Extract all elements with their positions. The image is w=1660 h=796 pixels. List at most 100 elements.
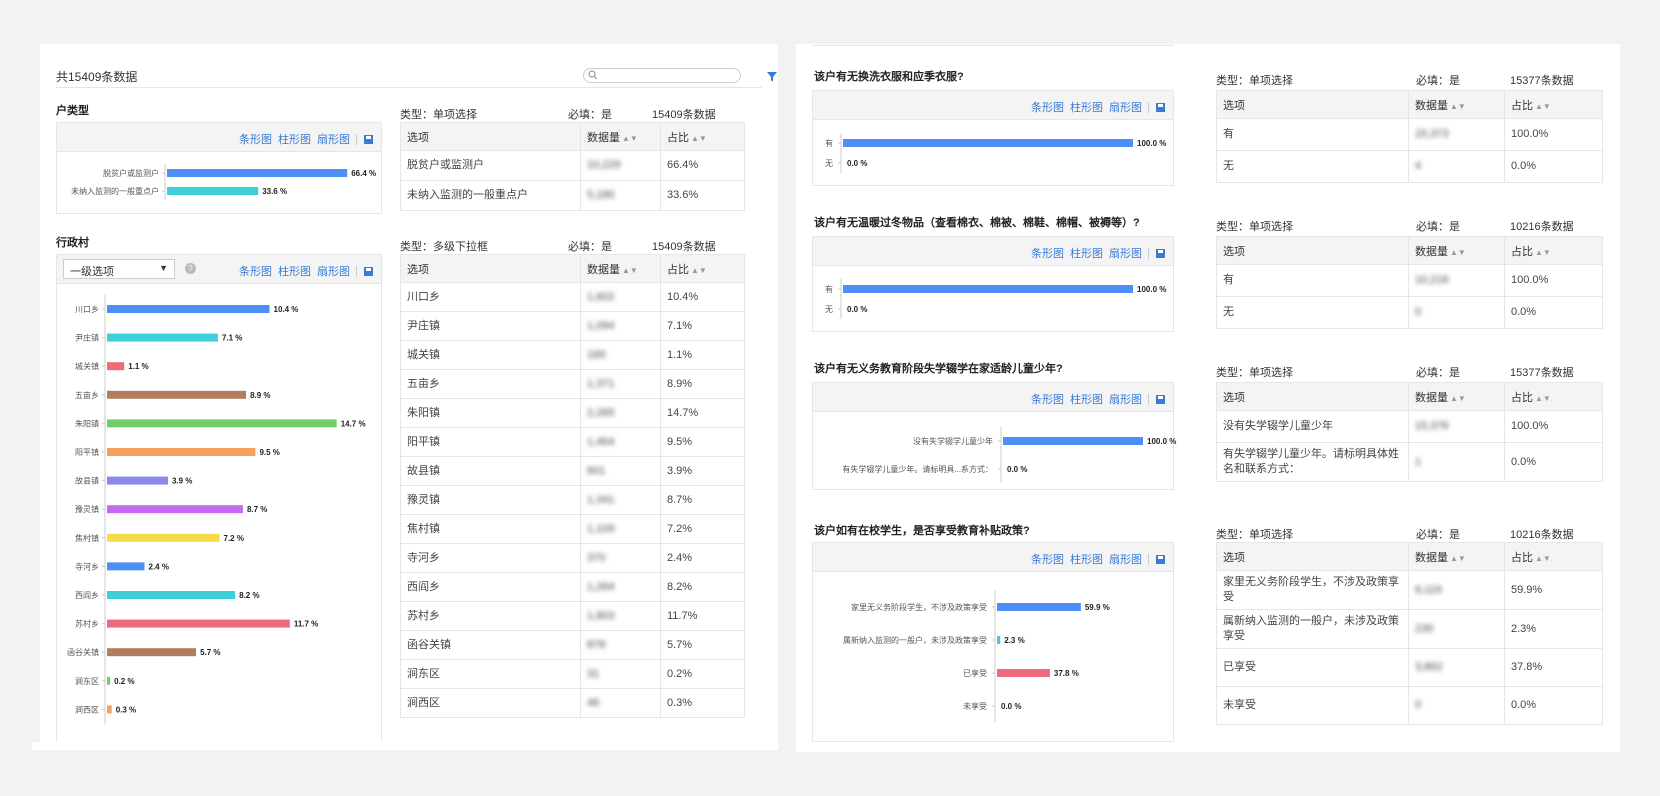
value-label: 8.2 % — [239, 591, 259, 600]
pie-link[interactable]: 扇形图 — [1109, 245, 1142, 261]
bar — [107, 362, 125, 371]
col-header-count[interactable]: 数据量 ▲▼ — [1408, 90, 1505, 119]
cell-option: 有 — [1216, 118, 1409, 151]
save-icon[interactable] — [1156, 102, 1165, 112]
bar-v-link[interactable]: 柱形图 — [1070, 245, 1103, 261]
meta-required: 必填：是 — [568, 241, 612, 253]
value-label: 33.6 % — [262, 187, 287, 196]
save-icon[interactable] — [364, 134, 373, 144]
bar-h-link[interactable]: 条形图 — [1031, 391, 1064, 407]
table-row: 无 4 0.0% — [1216, 150, 1603, 183]
table-village: 选项 数据量 ▲▼ 占比 ▲▼ 川口乡 1,602 10.4% 尹庄镇 1,094 7.1% 城… — [400, 254, 745, 718]
cell-option: 朱阳镇 — [400, 398, 581, 428]
category-label: 家里无义务阶段学生，不涉及政策享受 — [851, 602, 987, 612]
bar-v-link[interactable]: 柱形图 — [1070, 99, 1103, 115]
bar — [107, 591, 236, 599]
col-header-ratio[interactable]: 占比 ▲▼ — [660, 122, 745, 151]
meta-required: 必填：是 — [1416, 221, 1460, 233]
meta-type: 类型：单项选择 — [1216, 221, 1293, 233]
bar-h-link[interactable]: 条形图 — [1031, 551, 1064, 567]
col-header-ratio[interactable]: 占比 ▲▼ — [1504, 90, 1603, 119]
value-label: 100.0 % — [1137, 139, 1166, 148]
pie-link[interactable]: 扇形图 — [1109, 99, 1142, 115]
bar-h-link[interactable]: 条形图 — [1031, 99, 1064, 115]
meta-type: 类型：单项选择 — [1216, 367, 1293, 379]
col-header-count[interactable]: 数据量 ▲▼ — [1408, 542, 1505, 571]
cell-ratio: 100.0% — [1504, 264, 1603, 297]
table-row: 有失学辍学儿童少年。请标明具体姓名和联系方式： 1 0.0% — [1216, 442, 1603, 482]
cell-option: 寺河乡 — [400, 543, 581, 573]
meta-count: 10216条数据 — [1510, 529, 1574, 541]
bar-h-link[interactable]: 条形图 — [239, 131, 272, 147]
pie-link[interactable]: 扇形图 — [317, 131, 350, 147]
cell-ratio: 0.2% — [660, 659, 745, 689]
bar-v-link[interactable]: 柱形图 — [278, 131, 311, 147]
bar-v-link[interactable]: 柱形图 — [1070, 551, 1103, 567]
bar — [107, 676, 111, 685]
cell-option: 阳平镇 — [400, 427, 581, 457]
pie-link[interactable]: 扇形图 — [1109, 391, 1142, 407]
col-header-ratio[interactable]: 占比 ▲▼ — [1504, 382, 1603, 411]
cell-option: 涧东区 — [400, 659, 581, 689]
value-label: 2.4 % — [149, 562, 169, 571]
chart-toolbar: 条形图 柱形图 扇形图 — [813, 237, 1173, 266]
meta-count: 10216条数据 — [1510, 221, 1574, 233]
cell-count: 15,376 — [1408, 410, 1505, 443]
cell-ratio: 33.6% — [660, 180, 745, 211]
table-row: 寺河乡 370 2.4% — [400, 543, 745, 573]
col-header-count[interactable]: 数据量 ▲▼ — [580, 122, 661, 151]
help-icon[interactable]: ? — [185, 263, 196, 274]
col-header-option: 选项 — [400, 122, 581, 151]
section-title-village: 行政村 — [56, 237, 89, 249]
table-row: 故县镇 601 3.9% — [400, 456, 745, 486]
cell-option: 涧西区 — [400, 688, 581, 718]
cell-option: 尹庄镇 — [400, 311, 581, 341]
pie-link[interactable]: 扇形图 — [1109, 551, 1142, 567]
category-label: 脱贫户或监测户 — [103, 168, 159, 178]
col-header-ratio[interactable]: 占比 ▲▼ — [1504, 236, 1603, 265]
value-label: 3.9 % — [172, 477, 192, 486]
cell-count: 1,602 — [580, 282, 661, 312]
cell-option: 五亩乡 — [400, 369, 581, 399]
category-label: 未享受 — [963, 701, 987, 711]
col-header-count[interactable]: 数据量 ▲▼ — [580, 254, 661, 283]
pie-link[interactable]: 扇形图 — [317, 263, 350, 279]
bar-v-link[interactable]: 柱形图 — [278, 263, 311, 279]
chart-box-clothes: 条形图 柱形图 扇形图 有 100.0 % 无 0.0 % — [812, 90, 1174, 186]
meta-required: 必填：是 — [1416, 367, 1460, 379]
cell-option: 未享受 — [1216, 686, 1409, 725]
bar-v-link[interactable]: 柱形图 — [1070, 391, 1103, 407]
bar-h-link[interactable]: 条形图 — [239, 263, 272, 279]
save-icon[interactable] — [1156, 554, 1165, 564]
bottom-scrollbar[interactable] — [32, 742, 778, 750]
col-header-count[interactable]: 数据量 ▲▼ — [1408, 236, 1505, 265]
value-label: 14.7 % — [341, 419, 366, 428]
level-select[interactable]: 一级选项 ▼ — [63, 259, 175, 279]
save-icon[interactable] — [1156, 394, 1165, 404]
col-header-ratio[interactable]: 占比 ▲▼ — [660, 254, 745, 283]
col-header-ratio[interactable]: 占比 ▲▼ — [1504, 542, 1603, 571]
chart-subsidy: 家里无义务阶段学生，不涉及政策享受 59.9 % 属新纳入监测的一般户，未涉及政策享… — [843, 590, 1110, 723]
cell-count: 0 — [1408, 686, 1505, 725]
category-label: 尹庄镇 — [75, 333, 99, 343]
filter-icon[interactable] — [767, 72, 777, 82]
chart-box-village: 一级选项 ▼ ? 条形图 柱形图 扇形图 川口乡 10.4 % 尹庄镇 7.1 % 城关镇… — [56, 254, 382, 744]
save-icon[interactable] — [364, 266, 373, 276]
cell-count: 1 — [1408, 442, 1505, 482]
search-input[interactable] — [583, 68, 741, 83]
value-label: 9.5 % — [259, 448, 279, 457]
category-label: 川口乡 — [75, 305, 99, 314]
cell-ratio: 0.0% — [1504, 150, 1603, 183]
meta-count: 15377条数据 — [1510, 367, 1574, 379]
save-icon[interactable] — [1156, 248, 1165, 258]
category-label: 已享受 — [963, 668, 987, 678]
table-row: 无 0 0.0% — [1216, 296, 1603, 329]
col-header-count[interactable]: 数据量 ▲▼ — [1408, 382, 1505, 411]
cell-count: 15,373 — [1408, 118, 1505, 151]
cell-count: 1,803 — [580, 601, 661, 631]
question-title: 该户如有在校学生，是否享受教育补贴政策? — [814, 525, 1030, 537]
bar-h-link[interactable]: 条形图 — [1031, 245, 1064, 261]
total-count: 共15409条数据 — [56, 70, 138, 84]
table-row: 朱阳镇 2,265 14.7% — [400, 398, 745, 428]
value-label: 0.2 % — [114, 677, 134, 686]
